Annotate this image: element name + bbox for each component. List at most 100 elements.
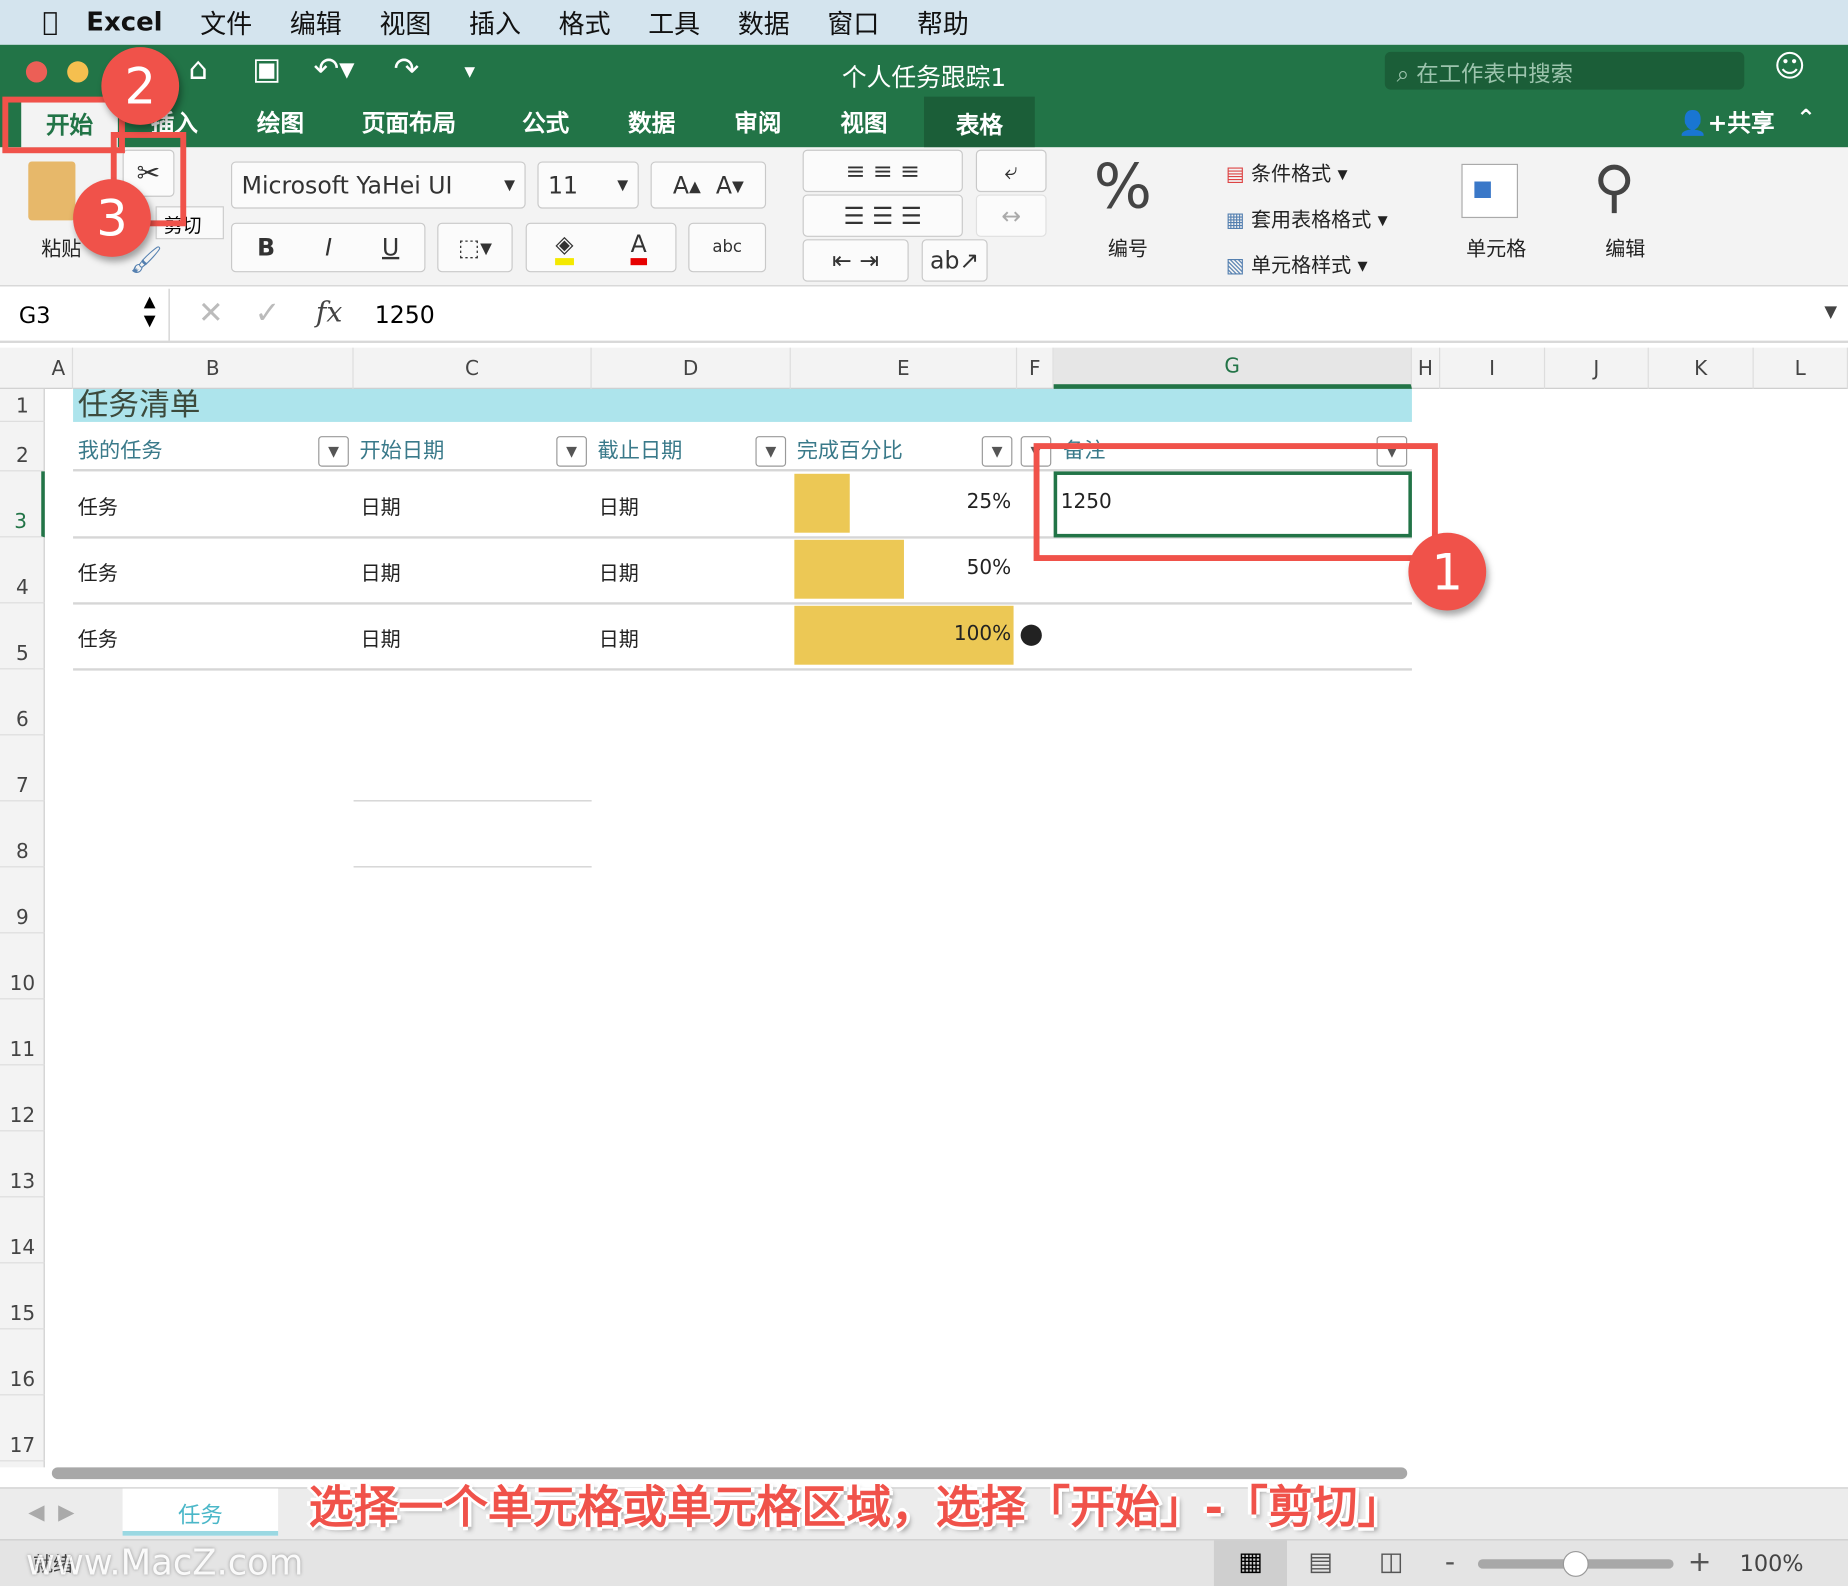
tab-review[interactable]: 审阅 xyxy=(734,104,781,138)
orientation-icon[interactable]: ab↗ xyxy=(921,239,988,282)
row-header-9[interactable]: 9 xyxy=(0,867,45,934)
fill-color-icon[interactable]: ◈ xyxy=(555,230,574,266)
cell-styles-button[interactable]: ▧ 单元格样式 ▾ xyxy=(1226,249,1368,279)
cancel-icon[interactable]: ✕ xyxy=(198,296,224,331)
italic-button[interactable]: I xyxy=(325,233,332,261)
start-date-cell[interactable]: 日期 xyxy=(361,622,401,652)
confirm-icon[interactable]: ✓ xyxy=(255,296,281,331)
font-size-select[interactable]: 11 ▼ xyxy=(537,161,639,209)
underline-button[interactable]: U xyxy=(382,233,399,261)
cells-label[interactable]: 单元格 xyxy=(1466,232,1526,262)
sheet-search-input[interactable]: ⌕ 在工作表中搜索 xyxy=(1384,51,1745,90)
share-button[interactable]: 👤+共享 xyxy=(1678,104,1774,138)
filter-dropdown-button[interactable]: ▼ xyxy=(981,436,1013,467)
column-header-h[interactable]: H xyxy=(1412,347,1441,389)
row-header-15[interactable]: 15 xyxy=(0,1263,45,1330)
filter-dropdown-button[interactable]: ▼ xyxy=(755,436,787,467)
normal-view-icon[interactable]: ▦ xyxy=(1213,1540,1287,1586)
filter-dropdown-button[interactable]: ▼ xyxy=(318,436,349,467)
zoom-slider-handle[interactable] xyxy=(1562,1550,1589,1577)
task-cell[interactable]: 任务 xyxy=(78,622,118,652)
paste-label[interactable]: 粘贴 xyxy=(41,232,81,262)
due-date-cell[interactable]: 日期 xyxy=(599,622,639,652)
menu-tools[interactable]: 工具 xyxy=(648,4,700,42)
percent-cell[interactable]: 50% xyxy=(896,556,1012,580)
phonetic-icon[interactable]: abc xyxy=(688,222,767,273)
column-header-k[interactable]: K xyxy=(1649,347,1754,389)
due-date-cell[interactable]: 日期 xyxy=(599,490,639,520)
tab-page-layout[interactable]: 页面布局 xyxy=(362,104,456,138)
tab-formulas[interactable]: 公式 xyxy=(522,104,569,138)
zoom-out-button[interactable]: - xyxy=(1445,1545,1455,1578)
indent-group[interactable]: ⇤ ⇥ xyxy=(802,239,909,282)
paste-icon[interactable] xyxy=(28,161,76,221)
horizontal-align-group[interactable]: ☰ ☰ ☰ xyxy=(802,194,963,237)
menu-insert[interactable]: 插入 xyxy=(469,4,521,42)
start-date-cell[interactable]: 日期 xyxy=(361,490,401,520)
percent-cell[interactable]: 25% xyxy=(896,490,1012,514)
menu-file[interactable]: 文件 xyxy=(200,4,252,42)
select-all-corner[interactable] xyxy=(0,348,45,389)
row-header-6[interactable]: 6 xyxy=(0,669,45,736)
row-header-16[interactable]: 16 xyxy=(0,1329,45,1396)
number-label[interactable]: 编号 xyxy=(1108,232,1148,262)
font-size-grow-shrink[interactable]: A▴ A▾ xyxy=(650,161,767,209)
name-box[interactable]: G3 ▲ ▼ xyxy=(0,288,170,341)
row-header-11[interactable]: 11 xyxy=(0,999,45,1066)
sheet-tab-tasks[interactable]: 任务 xyxy=(122,1488,279,1536)
borders-button[interactable]: ⬚▾ xyxy=(437,222,513,273)
tab-table[interactable]: 表格 xyxy=(923,96,1035,148)
tab-view[interactable]: 视图 xyxy=(840,104,887,138)
row-header-14[interactable]: 14 xyxy=(0,1197,45,1264)
column-header-i[interactable]: I xyxy=(1440,347,1546,389)
column-header-l[interactable]: L xyxy=(1754,347,1848,389)
apple-icon[interactable]:  xyxy=(42,8,58,37)
percent-icon[interactable]: % xyxy=(1094,152,1152,223)
row-header-17[interactable]: 17 xyxy=(0,1395,45,1462)
column-header-g[interactable]: G xyxy=(1053,347,1412,389)
column-header-f[interactable]: F xyxy=(1017,347,1054,389)
wrap-text-icon[interactable]: ⤶ xyxy=(975,149,1047,193)
conditional-format-button[interactable]: ▤ 条件格式 ▾ xyxy=(1226,157,1348,187)
menu-data[interactable]: 数据 xyxy=(738,4,790,42)
prev-sheet-icon[interactable]: ◀ ▶ xyxy=(28,1500,74,1525)
magnifier-icon[interactable]: ⚲ xyxy=(1593,154,1634,220)
vertical-align-group[interactable]: ≡ ≡ ≡ xyxy=(802,149,963,193)
page-break-view-icon[interactable]: ◫ xyxy=(1379,1547,1404,1576)
font-style-group[interactable]: BIU xyxy=(230,222,426,273)
cells-icon[interactable] xyxy=(1461,163,1518,219)
column-header-d[interactable]: D xyxy=(592,347,791,389)
task-cell[interactable]: 任务 xyxy=(78,556,118,586)
font-color-icon[interactable]: A xyxy=(630,230,647,266)
column-header-j[interactable]: J xyxy=(1545,347,1649,389)
percent-cell[interactable]: 100% xyxy=(896,622,1011,646)
insert-function-icon[interactable]: fx xyxy=(316,296,342,329)
formula-input[interactable]: 1250 xyxy=(375,301,435,329)
menu-edit[interactable]: 编辑 xyxy=(290,4,342,42)
row-header-1[interactable]: 1 xyxy=(0,389,45,422)
menu-format[interactable]: 格式 xyxy=(559,4,611,42)
tab-data[interactable]: 数据 xyxy=(628,104,675,138)
column-header-c[interactable]: C xyxy=(354,347,592,389)
row-header-2[interactable]: 2 xyxy=(0,422,45,472)
row-header-10[interactable]: 10 xyxy=(0,933,45,1000)
due-date-cell[interactable]: 日期 xyxy=(599,556,639,586)
selected-cell-g3[interactable] xyxy=(1053,471,1412,538)
start-date-cell[interactable]: 日期 xyxy=(361,556,401,586)
row-header-4[interactable]: 4 xyxy=(0,537,45,604)
column-header-e[interactable]: E xyxy=(791,347,1018,389)
zoom-in-button[interactable]: + xyxy=(1688,1545,1712,1578)
feedback-smiley-icon[interactable]: ☺ xyxy=(1774,49,1806,84)
bold-button[interactable]: B xyxy=(257,233,275,261)
font-name-select[interactable]: Microsoft YaHei UI ▼ xyxy=(230,161,526,209)
row-header-7[interactable]: 7 xyxy=(0,735,45,802)
fill-font-color-group[interactable]: ◈ A xyxy=(525,222,677,273)
row-header-8[interactable]: 8 xyxy=(0,801,45,868)
column-header-b[interactable]: B xyxy=(73,347,354,389)
row-header-5[interactable]: 5 xyxy=(0,603,45,670)
expand-formula-icon[interactable]: ▼ xyxy=(1824,303,1837,322)
edit-label[interactable]: 编辑 xyxy=(1605,232,1645,262)
format-as-table-button[interactable]: ▦ 套用表格格式 ▾ xyxy=(1226,203,1388,233)
zoom-slider[interactable] xyxy=(1477,1550,1674,1577)
row-header-13[interactable]: 13 xyxy=(0,1131,45,1198)
